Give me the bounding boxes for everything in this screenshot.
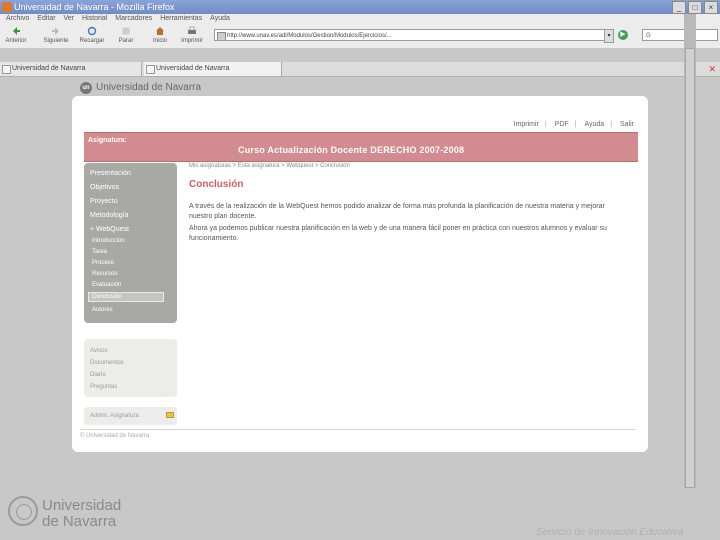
home-button[interactable]: Inicio bbox=[144, 25, 176, 47]
brand-line-2: de Navarra bbox=[42, 513, 117, 530]
nav-sub-introduccion[interactable]: Introducción bbox=[92, 237, 125, 245]
tab-2-label: Universidad de Navarra bbox=[156, 65, 230, 72]
navigation-toolbar: Anterior Siguiente Recargar Parar Inicio… bbox=[0, 24, 720, 49]
search-engine-icon: G bbox=[646, 33, 651, 39]
scrollbar-thumb[interactable] bbox=[685, 48, 695, 488]
university-seal-icon bbox=[8, 496, 38, 526]
stop-label: Parar bbox=[118, 38, 134, 44]
nav-documentos[interactable]: Documentos bbox=[90, 359, 124, 367]
window-title: Universidad de Navarra - Mozilla Firefox bbox=[14, 2, 175, 12]
subject-label: Asignatura: bbox=[88, 137, 127, 144]
un-logo-icon: un bbox=[80, 82, 92, 94]
home-icon bbox=[156, 27, 164, 35]
go-button[interactable]: ▶ bbox=[618, 30, 628, 40]
menu-file[interactable]: Archivo bbox=[6, 14, 29, 24]
back-arrow-icon bbox=[13, 27, 20, 35]
menu-help[interactable]: Ayuda bbox=[210, 14, 230, 24]
url-dropdown-button[interactable]: ▾ bbox=[604, 29, 614, 43]
home-label: Inicio bbox=[152, 38, 167, 44]
stop-icon bbox=[122, 27, 130, 35]
stop-button[interactable]: Parar bbox=[110, 25, 142, 47]
course-banner: Asignatura: Curso Actualización Docente … bbox=[84, 132, 638, 162]
tab-1[interactable]: Universidad de Navarra bbox=[0, 62, 142, 76]
site-header: Universidad de Navarra bbox=[96, 82, 202, 93]
nav-metodologia[interactable]: Metodología bbox=[90, 211, 129, 220]
footer-divider bbox=[80, 429, 636, 430]
tab-1-label: Universidad de Navarra bbox=[12, 65, 86, 72]
maximize-button[interactable]: □ bbox=[688, 1, 702, 14]
top-links: Imprimir | PDF | Ayuda | Salir bbox=[513, 121, 634, 128]
admin-asignatura-link[interactable]: Admin. Asignatura bbox=[90, 412, 139, 420]
forward-label: Siguiente bbox=[43, 38, 69, 44]
close-tab-icon[interactable]: ✕ bbox=[708, 64, 716, 74]
menu-tools[interactable]: Herramientas bbox=[160, 14, 202, 24]
tab-bar: Universidad de Navarra Universidad de Na… bbox=[0, 62, 720, 77]
vertical-scrollbar[interactable] bbox=[684, 14, 696, 488]
nav-presentacion[interactable]: Presentación bbox=[90, 169, 131, 178]
back-button[interactable]: Anterior bbox=[0, 25, 32, 47]
forward-button[interactable]: Siguiente bbox=[40, 25, 72, 47]
menu-bookmarks[interactable]: Marcadores bbox=[115, 14, 152, 24]
site-favicon-icon bbox=[217, 32, 226, 40]
reload-icon bbox=[87, 26, 97, 36]
minimize-button[interactable]: _ bbox=[672, 1, 686, 14]
nav-objetivos[interactable]: Objetivos bbox=[90, 183, 119, 192]
brand-line-1: Universidad bbox=[42, 497, 122, 514]
menu-history[interactable]: Historial bbox=[82, 14, 107, 24]
nav-sub-tarea[interactable]: Tarea bbox=[92, 248, 107, 256]
nav-proyecto[interactable]: Proyecto bbox=[90, 197, 118, 206]
close-window-button[interactable]: × bbox=[704, 1, 718, 14]
nav-webquest[interactable]: + WebQuest bbox=[90, 225, 129, 234]
firefox-icon bbox=[2, 2, 12, 12]
logout-link[interactable]: Salir bbox=[620, 121, 634, 128]
tab-2[interactable]: Universidad de Navarra bbox=[144, 62, 282, 76]
secondary-navigation: Avisos Documentos Diario Preguntas bbox=[84, 339, 177, 397]
print-button[interactable]: Imprimir bbox=[176, 25, 208, 47]
nav-sub-conclusion[interactable]: Conclusión bbox=[88, 292, 164, 302]
menu-view[interactable]: Ver bbox=[64, 14, 75, 24]
service-name: Servicio de Innovación Educativa bbox=[536, 527, 684, 538]
nav-sub-proceso[interactable]: Proceso bbox=[92, 259, 114, 267]
copyright-text: © Universidad de Navarra bbox=[80, 433, 150, 439]
menu-bar: Archivo Editar Ver Historial Marcadores … bbox=[0, 14, 720, 24]
folder-icon[interactable] bbox=[166, 412, 174, 418]
nav-sub-evaluacion[interactable]: Evaluación bbox=[92, 281, 121, 289]
help-link[interactable]: Ayuda bbox=[584, 121, 604, 128]
search-input[interactable]: G bbox=[642, 29, 718, 41]
nav-sub-autores[interactable]: Autores bbox=[92, 306, 113, 314]
forward-arrow-icon bbox=[52, 27, 59, 35]
breadcrumb[interactable]: Mis asignaturas > Esta asignatura > Webq… bbox=[189, 163, 350, 169]
url-input[interactable]: http://www.unav.es/adi/Modulos/Gestion/M… bbox=[214, 29, 612, 41]
left-navigation: Presentación Objetivos Proyecto Metodolo… bbox=[84, 163, 177, 323]
course-title: Curso Actualización Docente DERECHO 2007… bbox=[238, 145, 465, 155]
nav-avisos[interactable]: Avisos bbox=[90, 347, 108, 355]
back-label: Anterior bbox=[5, 38, 27, 44]
window-controls: _ □ × bbox=[672, 1, 718, 14]
pdf-link[interactable]: PDF bbox=[555, 121, 569, 128]
reload-button[interactable]: Recargar bbox=[76, 25, 108, 47]
window-titlebar: Universidad de Navarra - Mozilla Firefox… bbox=[0, 0, 720, 14]
printer-icon bbox=[188, 26, 196, 34]
print-label: Imprimir bbox=[181, 38, 203, 44]
url-text: http://www.unav.es/adi/Modulos/Gestion/M… bbox=[227, 33, 392, 39]
admin-box: Admin. Asignatura bbox=[84, 407, 177, 425]
tab-favicon-icon bbox=[2, 65, 11, 74]
nav-preguntas[interactable]: Preguntas bbox=[90, 383, 117, 391]
menu-edit[interactable]: Editar bbox=[37, 14, 55, 24]
tab-favicon-icon bbox=[146, 65, 155, 74]
content-card: Imprimir | PDF | Ayuda | Salir Asignatura: … bbox=[72, 96, 648, 452]
nav-sub-recursos[interactable]: Recursos bbox=[92, 270, 117, 278]
print-link[interactable]: Imprimir bbox=[514, 121, 539, 128]
conclusion-paragraph-1: A través de la realización de la WebQues… bbox=[189, 203, 605, 220]
nav-diario[interactable]: Diario bbox=[90, 371, 106, 379]
reload-label: Recargar bbox=[79, 38, 105, 44]
conclusion-paragraph-2: Ahora ya podemos publicar nuestra planif… bbox=[189, 225, 607, 242]
page-title: Conclusión bbox=[189, 179, 244, 190]
